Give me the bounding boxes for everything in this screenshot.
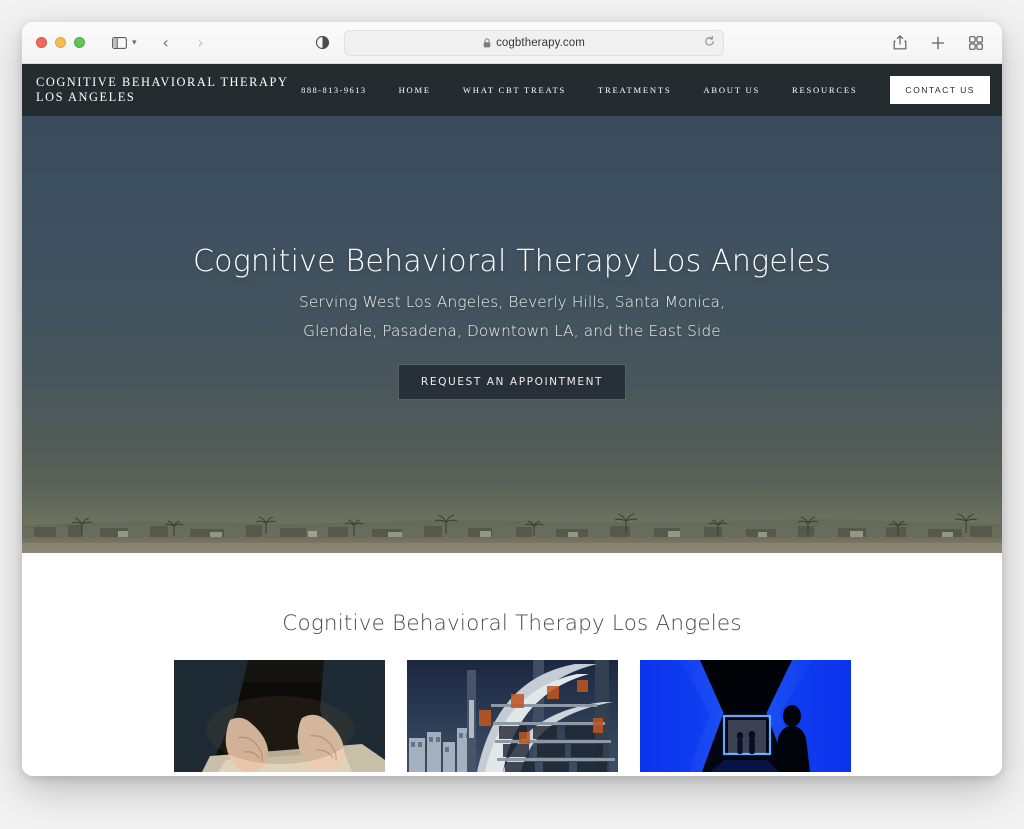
address-bar[interactable]: cogbtherapy.com: [344, 30, 724, 56]
hero-subtitle-line-1: Serving West Los Angeles, Beverly Hills,…: [298, 293, 726, 311]
browser-toolbar: ▾ ‹ › cogbtherapy.com: [22, 22, 1002, 64]
lock-icon: [483, 38, 491, 48]
nav-item-treatments[interactable]: TREATMENTS: [582, 85, 687, 95]
toolbar-right-actions: [888, 31, 988, 55]
card-library-image[interactable]: [406, 660, 618, 772]
browser-window: ▾ ‹ › cogbtherapy.com COGNITIVE BEHAVIOR…: [22, 22, 1002, 776]
nav-item-about-us[interactable]: ABOUT US: [687, 85, 776, 95]
hero-content: Cognitive Behavioral Therapy Los Angeles…: [22, 244, 1002, 400]
hero-banner: Cognitive Behavioral Therapy Los Angeles…: [22, 116, 1002, 553]
new-tab-plus-icon[interactable]: [926, 31, 950, 55]
nav-phone-number[interactable]: 888-813-9613: [285, 86, 382, 95]
back-button[interactable]: ‹: [154, 31, 178, 55]
forward-arrow-icon: ›: [197, 32, 204, 52]
reader-mode-icon[interactable]: [311, 31, 335, 55]
forward-button[interactable]: ›: [189, 31, 213, 55]
card-blue-corridor-image[interactable]: [639, 660, 851, 772]
request-appointment-button[interactable]: REQUEST AN APPOINTMENT: [397, 364, 627, 400]
navigation-arrows: ‹ ›: [154, 31, 213, 55]
site-logo-line-1: COGNITIVE BEHAVIORAL THERAPY: [36, 75, 289, 89]
hero-title: Cognitive Behavioral Therapy Los Angeles: [193, 244, 831, 279]
minimize-window-button[interactable]: [55, 37, 66, 48]
nav-item-what-cbt-treats[interactable]: WHAT CBT TREATS: [447, 85, 582, 95]
contact-us-button[interactable]: CONTACT US: [890, 76, 990, 104]
site-header: COGNITIVE BEHAVIORAL THERAPY LOS ANGELES…: [22, 64, 1002, 116]
nav-item-resources[interactable]: RESOURCES: [776, 85, 873, 95]
tab-overview-icon[interactable]: [964, 31, 988, 55]
site-navigation: 888-813-9613 HOME WHAT CBT TREATS TREATM…: [285, 64, 1002, 116]
card-row: [22, 660, 1002, 772]
chevron-down-icon[interactable]: ▾: [132, 38, 137, 47]
share-icon[interactable]: [888, 31, 912, 55]
section-title: Cognitive Behavioral Therapy Los Angeles: [282, 611, 742, 636]
reload-icon[interactable]: [704, 34, 715, 52]
site-logo-line-2: LOS ANGELES: [36, 90, 136, 104]
content-section: Cognitive Behavioral Therapy Los Angeles: [22, 553, 1002, 776]
url-text: cogbtherapy.com: [496, 37, 585, 49]
sidebar-toggle-group[interactable]: ▾: [107, 31, 137, 55]
card-hands-image[interactable]: [173, 660, 385, 772]
sidebar-toggle-icon[interactable]: [107, 31, 131, 55]
close-window-button[interactable]: [36, 37, 47, 48]
hero-skyline-image: [22, 491, 1002, 553]
nav-item-home[interactable]: HOME: [383, 85, 447, 95]
back-arrow-icon: ‹: [162, 32, 169, 52]
window-controls: [36, 37, 85, 48]
hero-subtitle-line-2: Glendale, Pasadena, Downtown LA, and the…: [303, 322, 721, 340]
maximize-window-button[interactable]: [74, 37, 85, 48]
site-logo[interactable]: COGNITIVE BEHAVIORAL THERAPY LOS ANGELES: [36, 75, 288, 105]
